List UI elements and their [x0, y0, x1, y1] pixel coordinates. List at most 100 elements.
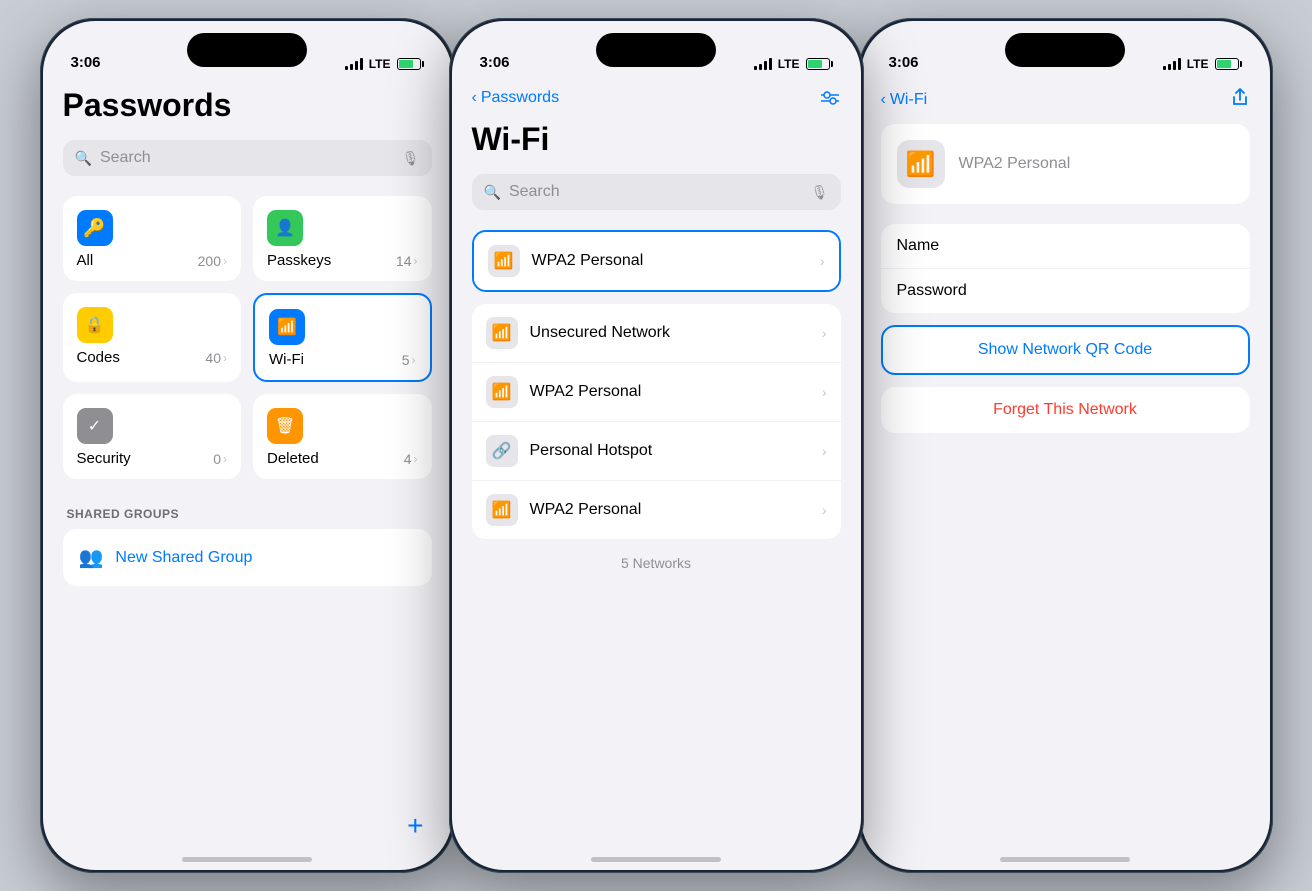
- signal-bar-2: [350, 64, 353, 70]
- category-card-wifi[interactable]: 📶 Wi-Fi 5 ›: [253, 293, 432, 382]
- wifi-nav-bar: ‹ Passwords: [472, 79, 841, 121]
- signal-bars-2: [754, 58, 772, 70]
- forget-network-button[interactable]: Forget This Network: [881, 387, 1250, 433]
- chevron-wifi: ›: [412, 353, 416, 367]
- battery-tip-1: [422, 61, 424, 67]
- wifi-search-bar[interactable]: 🔍 Search 🎙: [472, 174, 841, 210]
- dynamic-island-2: [596, 33, 716, 67]
- battery-body-1: [397, 58, 421, 70]
- status-right-2: LTE: [754, 57, 833, 71]
- wifi-back-label: Passwords: [481, 89, 559, 107]
- category-icon-deleted: 🗑: [267, 408, 303, 444]
- filter-icon: [819, 87, 841, 109]
- chevron-passkeys: ›: [414, 254, 418, 268]
- category-count-wifi: 5: [402, 352, 410, 368]
- category-card-codes[interactable]: 🔒 Codes 40 ›: [63, 293, 242, 382]
- back-chevron-icon: ‹: [472, 89, 477, 107]
- back-chevron-icon-3: ‹: [881, 91, 886, 109]
- detail-nav-bar: ‹ Wi-Fi: [881, 79, 1250, 124]
- category-card-all[interactable]: 🔑 All 200 ›: [63, 196, 242, 281]
- network-wifi-icon: 📶: [906, 150, 936, 179]
- wifi-name-4: WPA2 Personal: [530, 501, 810, 519]
- category-count-deleted: 4: [404, 451, 412, 467]
- wifi-signal-icon-1: 📶: [492, 323, 512, 343]
- signal-bar-3: [355, 61, 358, 70]
- wifi-network-selected[interactable]: 📶 WPA2 Personal ›: [472, 230, 841, 292]
- signal-bars-3: [1163, 58, 1181, 70]
- filter-icon-wrap[interactable]: [819, 87, 841, 109]
- lte-label-1: LTE: [369, 57, 391, 71]
- mic-icon-1[interactable]: 🎙: [402, 150, 420, 167]
- category-icon-passkeys: 👤: [267, 210, 303, 246]
- info-row-name[interactable]: Name: [881, 224, 1250, 269]
- chevron-security: ›: [223, 452, 227, 466]
- detail-back-label: Wi-Fi: [890, 91, 927, 109]
- search-icon-1: 🔍: [75, 150, 92, 167]
- category-icon-all: 🔑: [77, 210, 113, 246]
- category-card-deleted[interactable]: 🗑 Deleted 4 ›: [253, 394, 432, 479]
- hotspot-icon: 🔗: [492, 441, 512, 461]
- dynamic-island-1: [187, 33, 307, 67]
- category-count-all: 200: [198, 253, 221, 269]
- category-card-security[interactable]: ✓ Security 0 ›: [63, 394, 242, 479]
- wifi-chevron-0: ›: [820, 253, 825, 269]
- wifi-icon-wrap-3: 🔗: [486, 435, 518, 467]
- show-qr-button[interactable]: Show Network QR Code: [883, 327, 1248, 373]
- qr-button-card[interactable]: Show Network QR Code: [881, 325, 1250, 375]
- shared-group-icon: 👥: [79, 545, 104, 570]
- detail-back-button[interactable]: ‹ Wi-Fi: [881, 91, 928, 109]
- info-label-password: Password: [897, 282, 967, 300]
- category-icon-codes: 🔒: [77, 307, 113, 343]
- network-header-icon: 📶: [897, 140, 945, 188]
- info-section: Name Password: [881, 224, 1250, 313]
- wifi-back-button[interactable]: ‹ Passwords: [472, 89, 560, 107]
- status-time-3: 3:06: [889, 54, 919, 71]
- battery-1: [397, 58, 424, 70]
- category-grid: 🔑 All 200 › 👤 Passkeys: [63, 196, 432, 479]
- phone-2: 3:06 LTE ‹: [449, 18, 864, 873]
- status-right-3: LTE: [1163, 57, 1242, 71]
- category-count-security: 0: [213, 451, 221, 467]
- info-row-password[interactable]: Password: [881, 269, 1250, 313]
- wifi-item-0[interactable]: 📶 WPA2 Personal ›: [474, 232, 839, 290]
- new-shared-group-label: New Shared Group: [115, 549, 252, 567]
- forget-network-card[interactable]: Forget This Network: [881, 387, 1250, 433]
- network-detail-screen: ‹ Wi-Fi 📶 WPA2 Personal: [861, 79, 1270, 870]
- wifi-item-4[interactable]: 📶 WPA2 Personal ›: [472, 481, 841, 539]
- passwords-search-bar[interactable]: 🔍 Search 🎙: [63, 140, 432, 176]
- battery-3: [1215, 58, 1242, 70]
- shared-groups-label: SHARED GROUPS: [63, 507, 432, 521]
- category-icon-security: ✓: [77, 408, 113, 444]
- wifi-chevron-2: ›: [822, 384, 827, 400]
- wifi-icon-wrap-0: 📶: [488, 245, 520, 277]
- wifi-chevron-3: ›: [822, 443, 827, 459]
- category-name-all: All: [77, 252, 94, 269]
- passwords-search-placeholder: Search: [100, 149, 394, 167]
- network-header-card: 📶 WPA2 Personal: [881, 124, 1250, 204]
- wifi-icon-wrap-1: 📶: [486, 317, 518, 349]
- wifi-item-3[interactable]: 🔗 Personal Hotspot ›: [472, 422, 841, 481]
- phone-1: 3:06 LTE Passwords: [40, 18, 455, 873]
- mic-icon-2[interactable]: 🎙: [811, 184, 829, 201]
- wifi-name-3: Personal Hotspot: [530, 442, 810, 460]
- share-icon-wrap[interactable]: [1230, 87, 1250, 112]
- wifi-search-placeholder: Search: [509, 183, 803, 201]
- category-count-codes: 40: [205, 350, 221, 366]
- category-card-passkeys[interactable]: 👤 Passkeys 14 ›: [253, 196, 432, 281]
- passwords-title: Passwords: [63, 87, 432, 124]
- wifi-item-2[interactable]: 📶 WPA2 Personal ›: [472, 363, 841, 422]
- wifi-icon-wrap-4: 📶: [486, 494, 518, 526]
- network-header-name: WPA2 Personal: [959, 155, 1071, 173]
- new-shared-group-card[interactable]: 👥 New Shared Group: [63, 529, 432, 586]
- wifi-title: Wi-Fi: [472, 121, 841, 158]
- chevron-codes: ›: [223, 351, 227, 365]
- add-button[interactable]: +: [407, 810, 423, 842]
- share-icon: [1230, 87, 1250, 107]
- wifi-signal-icon-4: 📶: [492, 500, 512, 520]
- phone-3: 3:06 LTE ‹: [858, 18, 1273, 873]
- wifi-network-list: 📶 Unsecured Network › 📶 WPA2 Personal › …: [472, 304, 841, 539]
- category-name-security: Security: [77, 450, 131, 467]
- wifi-item-1[interactable]: 📶 Unsecured Network ›: [472, 304, 841, 363]
- wifi-name-2: WPA2 Personal: [530, 383, 810, 401]
- chevron-deleted: ›: [414, 452, 418, 466]
